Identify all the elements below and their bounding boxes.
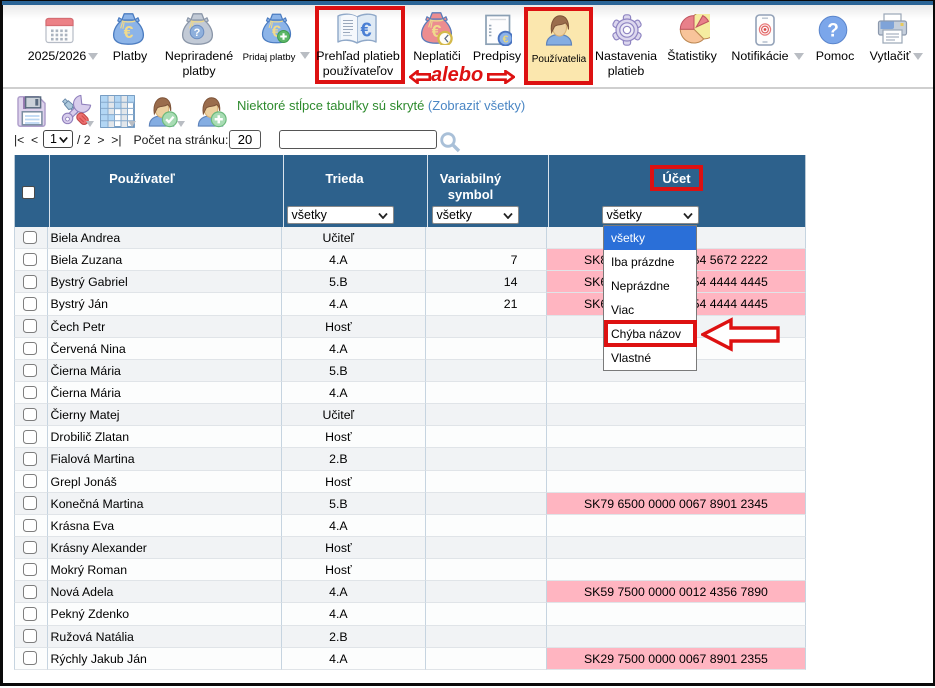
svg-text:€: € [503, 33, 509, 45]
svg-text:€: € [360, 20, 371, 42]
svg-text:?: ? [827, 21, 839, 42]
svg-text:?: ? [194, 27, 201, 39]
svg-text:€: € [124, 22, 134, 42]
